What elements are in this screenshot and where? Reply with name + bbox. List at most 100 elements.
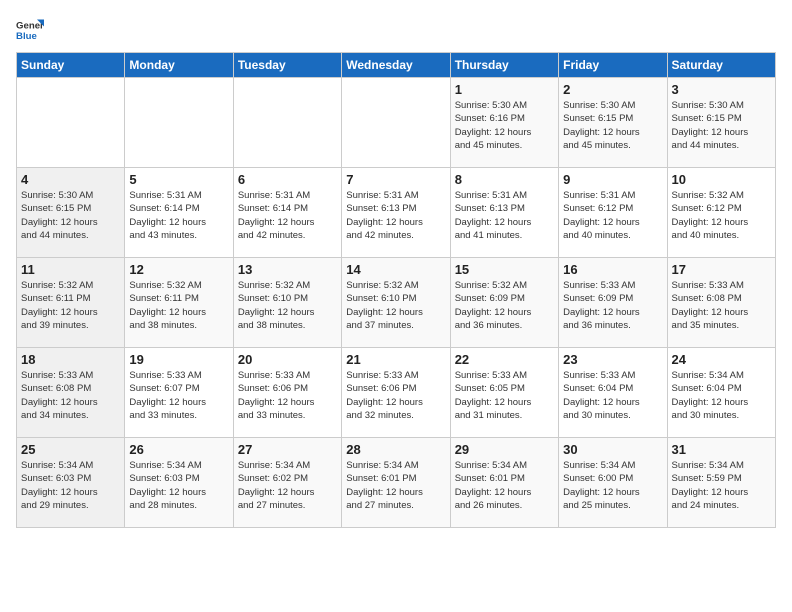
day-detail: Sunrise: 5:32 AM Sunset: 6:10 PM Dayligh… bbox=[238, 279, 337, 332]
day-number: 31 bbox=[672, 442, 771, 457]
calendar-cell: 18 Sunrise: 5:33 AM Sunset: 6:08 PM Dayli… bbox=[17, 348, 125, 438]
day-detail: Sunrise: 5:34 AM Sunset: 6:01 PM Dayligh… bbox=[455, 459, 554, 512]
calendar-week-3: 11Sunrise: 5:32 AM Sunset: 6:11 PM Dayli… bbox=[17, 258, 776, 348]
day-number: 21 bbox=[346, 352, 445, 367]
day-detail: Sunrise: 5:33 AM Sunset: 6:06 PM Dayligh… bbox=[238, 369, 337, 422]
day-number: 24 bbox=[672, 352, 771, 367]
day-detail: Sunrise: 5:31 AM Sunset: 6:14 PM Dayligh… bbox=[129, 189, 228, 242]
calendar-cell: 9 Sunrise: 5:31 AM Sunset: 6:12 PM Daylig… bbox=[559, 168, 667, 258]
day-number: 10 bbox=[672, 172, 771, 187]
calendar-week-4: 18 Sunrise: 5:33 AM Sunset: 6:08 PM Dayli… bbox=[17, 348, 776, 438]
weekday-header-friday: Friday bbox=[559, 53, 667, 78]
weekday-header-row: SundayMondayTuesdayWednesdayThursdayFrid… bbox=[17, 53, 776, 78]
day-number: 4 bbox=[21, 172, 120, 187]
day-detail: Sunrise: 5:33 AM Sunset: 6:04 PM Dayligh… bbox=[563, 369, 662, 422]
calendar-week-2: 4 Sunrise: 5:30 AM Sunset: 6:15 PM Daylig… bbox=[17, 168, 776, 258]
day-detail: Sunrise: 5:33 AM Sunset: 6:08 PM Dayligh… bbox=[21, 369, 120, 422]
calendar-cell: 31 Sunrise: 5:34 AM Sunset: 5:59 PM Dayli… bbox=[667, 438, 775, 528]
day-number: 15 bbox=[455, 262, 554, 277]
day-detail: Sunrise: 5:34 AM Sunset: 5:59 PM Dayligh… bbox=[672, 459, 771, 512]
day-number: 14 bbox=[346, 262, 445, 277]
calendar-cell: 11Sunrise: 5:32 AM Sunset: 6:11 PM Dayli… bbox=[17, 258, 125, 348]
logo: General Blue bbox=[16, 16, 44, 44]
calendar-table: SundayMondayTuesdayWednesdayThursdayFrid… bbox=[16, 52, 776, 528]
calendar-cell: 14 Sunrise: 5:32 AM Sunset: 6:10 PM Dayli… bbox=[342, 258, 450, 348]
weekday-header-tuesday: Tuesday bbox=[233, 53, 341, 78]
day-number: 28 bbox=[346, 442, 445, 457]
calendar-cell: 21Sunrise: 5:33 AM Sunset: 6:06 PM Dayli… bbox=[342, 348, 450, 438]
logo-icon: General Blue bbox=[16, 16, 44, 44]
day-detail: Sunrise: 5:34 AM Sunset: 6:03 PM Dayligh… bbox=[129, 459, 228, 512]
day-number: 1 bbox=[455, 82, 554, 97]
calendar-cell bbox=[17, 78, 125, 168]
weekday-header-wednesday: Wednesday bbox=[342, 53, 450, 78]
day-number: 2 bbox=[563, 82, 662, 97]
calendar-cell: 29 Sunrise: 5:34 AM Sunset: 6:01 PM Dayli… bbox=[450, 438, 558, 528]
day-detail: Sunrise: 5:31 AM Sunset: 6:12 PM Dayligh… bbox=[563, 189, 662, 242]
day-detail: Sunrise: 5:34 AM Sunset: 6:00 PM Dayligh… bbox=[563, 459, 662, 512]
calendar-cell bbox=[233, 78, 341, 168]
day-number: 20 bbox=[238, 352, 337, 367]
calendar-cell: 23 Sunrise: 5:33 AM Sunset: 6:04 PM Dayli… bbox=[559, 348, 667, 438]
day-number: 5 bbox=[129, 172, 228, 187]
day-detail: Sunrise: 5:33 AM Sunset: 6:07 PM Dayligh… bbox=[129, 369, 228, 422]
day-detail: Sunrise: 5:32 AM Sunset: 6:12 PM Dayligh… bbox=[672, 189, 771, 242]
calendar-cell: 16 Sunrise: 5:33 AM Sunset: 6:09 PM Dayli… bbox=[559, 258, 667, 348]
day-detail: Sunrise: 5:31 AM Sunset: 6:13 PM Dayligh… bbox=[455, 189, 554, 242]
day-number: 6 bbox=[238, 172, 337, 187]
day-detail: Sunrise: 5:33 AM Sunset: 6:09 PM Dayligh… bbox=[563, 279, 662, 332]
calendar-cell: 10 Sunrise: 5:32 AM Sunset: 6:12 PM Dayli… bbox=[667, 168, 775, 258]
day-detail: Sunrise: 5:32 AM Sunset: 6:11 PM Dayligh… bbox=[21, 279, 120, 332]
calendar-cell: 24 Sunrise: 5:34 AM Sunset: 6:04 PM Dayli… bbox=[667, 348, 775, 438]
calendar-cell: 15 Sunrise: 5:32 AM Sunset: 6:09 PM Dayli… bbox=[450, 258, 558, 348]
day-number: 18 bbox=[21, 352, 120, 367]
day-number: 29 bbox=[455, 442, 554, 457]
weekday-header-saturday: Saturday bbox=[667, 53, 775, 78]
day-detail: Sunrise: 5:32 AM Sunset: 6:11 PM Dayligh… bbox=[129, 279, 228, 332]
calendar-cell: 13 Sunrise: 5:32 AM Sunset: 6:10 PM Dayli… bbox=[233, 258, 341, 348]
day-detail: Sunrise: 5:34 AM Sunset: 6:02 PM Dayligh… bbox=[238, 459, 337, 512]
day-detail: Sunrise: 5:33 AM Sunset: 6:08 PM Dayligh… bbox=[672, 279, 771, 332]
calendar-cell: 22Sunrise: 5:33 AM Sunset: 6:05 PM Dayli… bbox=[450, 348, 558, 438]
day-number: 30 bbox=[563, 442, 662, 457]
day-detail: Sunrise: 5:32 AM Sunset: 6:09 PM Dayligh… bbox=[455, 279, 554, 332]
calendar-cell: 20 Sunrise: 5:33 AM Sunset: 6:06 PM Dayli… bbox=[233, 348, 341, 438]
day-number: 12 bbox=[129, 262, 228, 277]
day-number: 26 bbox=[129, 442, 228, 457]
calendar-cell: 5 Sunrise: 5:31 AM Sunset: 6:14 PM Daylig… bbox=[125, 168, 233, 258]
calendar-cell: 2 Sunrise: 5:30 AM Sunset: 6:15 PM Daylig… bbox=[559, 78, 667, 168]
day-number: 23 bbox=[563, 352, 662, 367]
weekday-header-sunday: Sunday bbox=[17, 53, 125, 78]
day-detail: Sunrise: 5:30 AM Sunset: 6:15 PM Dayligh… bbox=[672, 99, 771, 152]
calendar-week-5: 25Sunrise: 5:34 AM Sunset: 6:03 PM Dayli… bbox=[17, 438, 776, 528]
day-number: 17 bbox=[672, 262, 771, 277]
header: General Blue bbox=[16, 16, 776, 44]
calendar-week-1: 1 Sunrise: 5:30 AM Sunset: 6:16 PM Daylig… bbox=[17, 78, 776, 168]
day-detail: Sunrise: 5:30 AM Sunset: 6:15 PM Dayligh… bbox=[21, 189, 120, 242]
day-detail: Sunrise: 5:34 AM Sunset: 6:01 PM Dayligh… bbox=[346, 459, 445, 512]
calendar-cell: 1 Sunrise: 5:30 AM Sunset: 6:16 PM Daylig… bbox=[450, 78, 558, 168]
day-number: 16 bbox=[563, 262, 662, 277]
calendar-cell: 27 Sunrise: 5:34 AM Sunset: 6:02 PM Dayli… bbox=[233, 438, 341, 528]
day-detail: Sunrise: 5:34 AM Sunset: 6:04 PM Dayligh… bbox=[672, 369, 771, 422]
calendar-cell: 17 Sunrise: 5:33 AM Sunset: 6:08 PM Dayli… bbox=[667, 258, 775, 348]
day-detail: Sunrise: 5:34 AM Sunset: 6:03 PM Dayligh… bbox=[21, 459, 120, 512]
day-number: 27 bbox=[238, 442, 337, 457]
calendar-cell: 19Sunrise: 5:33 AM Sunset: 6:07 PM Dayli… bbox=[125, 348, 233, 438]
day-number: 13 bbox=[238, 262, 337, 277]
calendar-cell bbox=[342, 78, 450, 168]
day-detail: Sunrise: 5:30 AM Sunset: 6:16 PM Dayligh… bbox=[455, 99, 554, 152]
weekday-header-thursday: Thursday bbox=[450, 53, 558, 78]
calendar-cell: 12 Sunrise: 5:32 AM Sunset: 6:11 PM Dayli… bbox=[125, 258, 233, 348]
day-number: 22 bbox=[455, 352, 554, 367]
day-detail: Sunrise: 5:31 AM Sunset: 6:14 PM Dayligh… bbox=[238, 189, 337, 242]
day-detail: Sunrise: 5:30 AM Sunset: 6:15 PM Dayligh… bbox=[563, 99, 662, 152]
day-number: 9 bbox=[563, 172, 662, 187]
day-detail: Sunrise: 5:31 AM Sunset: 6:13 PM Dayligh… bbox=[346, 189, 445, 242]
day-number: 8 bbox=[455, 172, 554, 187]
calendar-cell: 8 Sunrise: 5:31 AM Sunset: 6:13 PM Daylig… bbox=[450, 168, 558, 258]
svg-text:Blue: Blue bbox=[16, 31, 37, 42]
day-detail: Sunrise: 5:32 AM Sunset: 6:10 PM Dayligh… bbox=[346, 279, 445, 332]
calendar-cell: 25Sunrise: 5:34 AM Sunset: 6:03 PM Dayli… bbox=[17, 438, 125, 528]
day-number: 3 bbox=[672, 82, 771, 97]
